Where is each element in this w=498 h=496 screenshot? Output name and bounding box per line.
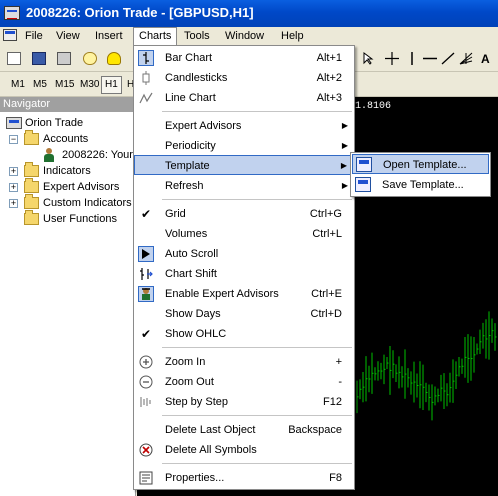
menu-item-grid[interactable]: ✔ Grid Ctrl+G: [134, 204, 354, 224]
navigator-panel: Navigator Orion Trade − Accounts 2008226…: [0, 97, 136, 496]
fibonacci-fan-button[interactable]: [456, 49, 476, 68]
menu-item-open-template[interactable]: Open Template...: [352, 154, 489, 174]
menu-item-periodicity[interactable]: Periodicity ▶: [134, 136, 354, 156]
menu-item-save-template[interactable]: Save Template...: [352, 175, 489, 195]
charts-menu: Bar Chart Alt+1 Candlesticks Alt+2 Line …: [133, 45, 355, 490]
tree-item-expert-advisors[interactable]: + Expert Advisors: [0, 178, 136, 195]
menu-charts[interactable]: Charts: [133, 27, 178, 45]
menu-item-template[interactable]: Template ▶: [134, 155, 354, 175]
new-chart-button[interactable]: [4, 49, 24, 68]
app-icon: [4, 6, 20, 20]
submenu-arrow-icon: ▶: [340, 161, 347, 170]
tree-item-account[interactable]: 2008226: Your: [0, 147, 136, 163]
menu-separator: [162, 347, 352, 348]
delete-icon: [138, 442, 154, 458]
menu-item-step-by-step[interactable]: Step by Step F12: [134, 392, 354, 412]
properties-icon: [138, 470, 154, 486]
folder-icon: [24, 162, 39, 177]
checkmark-icon: ✔: [140, 207, 152, 221]
expert-advisor-icon: [138, 286, 154, 302]
menu-separator: [162, 463, 352, 464]
hint-button[interactable]: [80, 49, 100, 68]
menu-item-zoom-in[interactable]: Zoom In +: [134, 352, 354, 372]
menu-item-volumes[interactable]: Volumes Ctrl+L: [134, 224, 354, 244]
price-label: 1.8106: [355, 101, 392, 112]
svg-text:A: A: [481, 52, 490, 65]
menu-item-show-ohlc[interactable]: ✔ Show OHLC: [134, 324, 354, 344]
menu-file[interactable]: File: [20, 27, 48, 45]
menu-item-show-days[interactable]: Show Days Ctrl+D: [134, 304, 354, 324]
candlestick-icon: [138, 70, 154, 86]
folder-icon: [24, 178, 39, 193]
save-button[interactable]: [29, 49, 49, 68]
collapse-icon[interactable]: −: [9, 135, 18, 144]
print-button[interactable]: [54, 49, 74, 68]
line-chart-icon: [138, 90, 154, 106]
submenu-arrow-icon: ▶: [341, 141, 348, 150]
chart-shift-icon: [138, 266, 154, 282]
folder-icon: [24, 194, 39, 209]
menu-separator: [162, 415, 352, 416]
menu-item-candlesticks[interactable]: Candlesticks Alt+2: [134, 68, 354, 88]
document-icon[interactable]: [3, 29, 17, 41]
menu-item-expert-advisors[interactable]: Expert Advisors ▶: [134, 116, 354, 136]
menu-item-delete-all-symbols[interactable]: Delete All Symbols: [134, 440, 354, 460]
cursor-tool-button[interactable]: [358, 49, 378, 68]
menu-item-auto-scroll[interactable]: Auto Scroll: [134, 244, 354, 264]
menu-item-enable-expert-advisors[interactable]: Enable Expert Advisors Ctrl+E: [134, 284, 354, 304]
menu-item-chart-shift[interactable]: Chart Shift: [134, 264, 354, 284]
menu-item-line-chart[interactable]: Line Chart Alt+3: [134, 88, 354, 108]
menu-insert[interactable]: Insert: [90, 27, 128, 45]
zoom-out-icon: [138, 374, 154, 390]
vertical-line-button[interactable]: [402, 49, 422, 68]
title-bar: 2008226: Orion Trade - [GBPUSD,H1]: [0, 0, 498, 27]
crosshair-tool-button[interactable]: [382, 49, 402, 68]
expand-icon[interactable]: +: [9, 199, 18, 208]
zoom-in-icon: [138, 354, 154, 370]
menu-bar: File View Insert Charts Tools Window Hel…: [0, 27, 498, 45]
folder-icon: [24, 210, 39, 225]
menu-separator: [162, 199, 352, 200]
save-template-icon: [355, 177, 371, 192]
folder-icon: [24, 130, 39, 145]
menu-item-properties[interactable]: Properties... F8: [134, 468, 354, 488]
tree-item-user-functions[interactable]: User Functions: [0, 210, 136, 227]
timeframe-h1-button[interactable]: H1: [101, 76, 122, 94]
tree-item-root[interactable]: Orion Trade: [0, 115, 136, 131]
menu-item-bar-chart[interactable]: Bar Chart Alt+1: [134, 48, 354, 68]
timeframe-m1-button[interactable]: M1: [8, 76, 28, 94]
step-icon: [138, 394, 154, 410]
menu-help[interactable]: Help: [276, 27, 309, 45]
timeframe-m5-button[interactable]: M5: [30, 76, 50, 94]
menu-tools[interactable]: Tools: [179, 27, 215, 45]
expand-icon[interactable]: +: [9, 183, 18, 192]
template-submenu: Open Template... Save Template...: [350, 152, 491, 197]
open-template-icon: [356, 157, 372, 172]
bulb-icon[interactable]: [104, 49, 134, 68]
expand-icon[interactable]: +: [9, 167, 18, 176]
menu-item-zoom-out[interactable]: Zoom Out -: [134, 372, 354, 392]
menu-window[interactable]: Window: [220, 27, 269, 45]
text-tool-button[interactable]: A: [476, 49, 496, 68]
menu-item-refresh[interactable]: Refresh ▶: [134, 176, 354, 196]
tree-item-accounts[interactable]: − Accounts: [0, 130, 136, 147]
timeframe-m15-button[interactable]: M15: [52, 76, 77, 94]
horizontal-line-button[interactable]: [420, 49, 440, 68]
tree-item-custom-indicators[interactable]: + Custom Indicators: [0, 194, 136, 211]
tree-item-indicators[interactable]: + Indicators: [0, 162, 136, 179]
terminal-icon: [6, 117, 22, 129]
menu-separator: [162, 111, 352, 112]
timeframe-m30-button[interactable]: M30: [77, 76, 102, 94]
checkmark-icon: ✔: [140, 327, 152, 341]
bar-chart-icon: [138, 50, 154, 66]
window-title: 2008226: Orion Trade - [GBPUSD,H1]: [26, 5, 254, 20]
auto-scroll-icon: [138, 246, 154, 262]
menu-item-delete-last-object[interactable]: Delete Last Object Backspace: [134, 420, 354, 440]
menu-view[interactable]: View: [51, 27, 85, 45]
submenu-arrow-icon: ▶: [341, 121, 348, 130]
account-icon: [42, 148, 56, 162]
submenu-arrow-icon: ▶: [341, 181, 348, 190]
navigator-title: Navigator: [0, 97, 135, 112]
trendline-button[interactable]: [438, 49, 458, 68]
